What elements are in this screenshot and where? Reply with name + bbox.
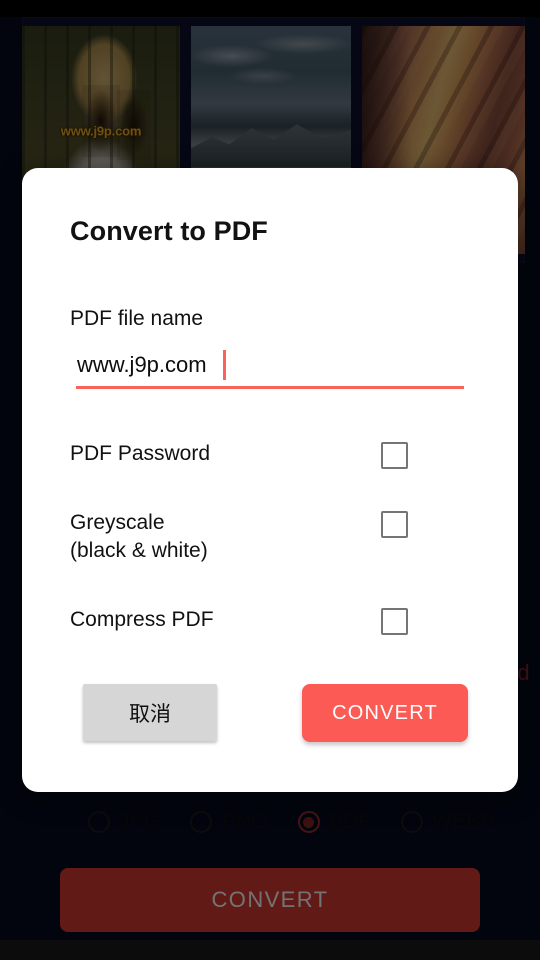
dialog-title: Convert to PDF <box>70 216 268 246</box>
text-caret <box>223 350 226 380</box>
checkbox-unchecked-icon[interactable] <box>381 442 408 469</box>
option-row-pdf-password[interactable]: PDF Password <box>70 440 470 469</box>
checkbox-unchecked-icon[interactable] <box>381 608 408 635</box>
dialog-action-bar: 取消 CONVERT <box>22 684 518 764</box>
convert-to-pdf-dialog: Convert to PDF PDF file name www.j9p.com… <box>22 168 518 792</box>
checkbox-unchecked-icon[interactable] <box>381 511 408 538</box>
option-label-line2: (black & white) <box>70 539 208 562</box>
option-label-line1: Greyscale <box>70 511 165 534</box>
dialog-convert-button[interactable]: CONVERT <box>302 684 468 742</box>
filename-input-value: www.j9p.com <box>77 352 207 377</box>
option-row-compress-pdf[interactable]: Compress PDF <box>70 606 470 635</box>
cancel-button[interactable]: 取消 <box>83 684 217 741</box>
option-label: Greyscale (black & white) <box>70 509 208 565</box>
option-label: PDF Password <box>70 442 211 465</box>
filename-field-label: PDF file name <box>70 307 204 330</box>
option-row-greyscale[interactable]: Greyscale (black & white) <box>70 509 470 565</box>
option-label: Compress PDF <box>70 608 214 631</box>
filename-input[interactable]: www.j9p.com <box>76 348 464 389</box>
phone-screen: www.j9p.com d JPG <box>0 0 540 960</box>
filename-input-underline <box>76 386 464 389</box>
